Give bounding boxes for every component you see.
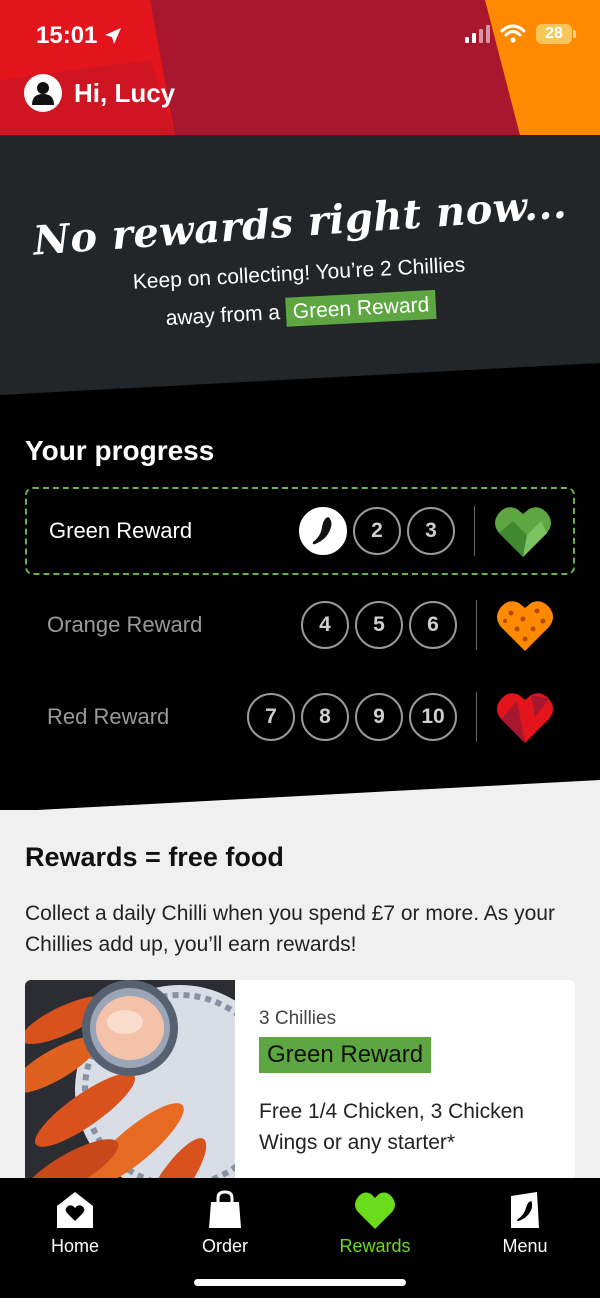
progress-row-green: Green Reward 2 3 <box>25 487 575 575</box>
row-label: Green Reward <box>49 518 193 543</box>
section-slant <box>0 780 600 812</box>
status-bar: 15:01 28 <box>0 0 600 76</box>
chilli-steps: 4 5 6 <box>301 601 457 649</box>
reward-description: Free 1/4 Chicken, 3 Chicken Wings or any… <box>259 1100 524 1154</box>
row-divider <box>474 506 475 556</box>
tab-home[interactable]: Home <box>25 1188 125 1257</box>
system-icons: 28 <box>465 24 576 44</box>
info-title: Rewards = free food <box>25 842 284 872</box>
user-icon <box>32 82 54 105</box>
green-heart-icon <box>495 507 551 557</box>
chilli-step: 2 <box>353 507 401 555</box>
chilli-step: 10 <box>409 693 457 741</box>
menu-icon <box>511 1192 539 1228</box>
green-reward-tag: Green Reward <box>285 289 437 327</box>
progress-row-red: Red Reward 7 8 9 10 <box>25 673 575 761</box>
chilli-icon <box>312 517 332 545</box>
chillies-count: 3 Chillies <box>259 1008 337 1029</box>
progress-row-orange: Orange Reward 4 5 6 <box>25 581 575 669</box>
reward-tier-tag: Green Reward <box>259 1037 432 1073</box>
tab-label: Rewards <box>339 1236 411 1256</box>
chilli-steps: 7 8 9 10 <box>247 693 457 741</box>
tab-menu[interactable]: Menu <box>475 1188 575 1257</box>
bottom-tab-bar: Home Order Rewards Menu <box>0 1178 600 1298</box>
chilli-step: 5 <box>355 601 403 649</box>
row-label: Red Reward <box>47 704 170 729</box>
chilli-step: 8 <box>301 693 349 741</box>
tab-rewards[interactable]: Rewards <box>325 1188 425 1257</box>
chilli-step-collected <box>299 507 347 555</box>
chilli-steps: 2 3 <box>299 507 455 555</box>
status-time: 15:01 <box>36 22 123 50</box>
progress-section: Your progress Green Reward 2 3 Orange Re… <box>0 395 600 795</box>
chilli-step: 3 <box>407 507 455 555</box>
row-label: Orange Reward <box>47 612 203 637</box>
wifi-icon <box>500 24 526 43</box>
tab-label: Home <box>50 1236 99 1256</box>
info-description: Collect a daily Chilli when you spend £7… <box>25 902 555 956</box>
rewards-info-section: Rewards = free food Collect a daily Chil… <box>0 780 600 1220</box>
chilli-step: 9 <box>355 693 403 741</box>
location-arrow-icon <box>105 28 122 44</box>
row-divider <box>476 692 477 742</box>
tab-label: Menu <box>502 1236 548 1256</box>
banner-line-2-prefix: away from a <box>165 301 281 331</box>
chilli-step: 4 <box>301 601 349 649</box>
battery-level: 28 <box>545 25 563 42</box>
tab-label: Order <box>201 1236 248 1256</box>
heart-icon <box>355 1192 395 1229</box>
home-indicator[interactable] <box>194 1279 406 1286</box>
greeting-text: Hi, Lucy <box>74 77 176 108</box>
progress-title: Your progress <box>25 435 215 466</box>
tab-order[interactable]: Order <box>175 1188 275 1257</box>
row-divider <box>476 600 477 650</box>
info-body: Rewards = free food Collect a daily Chil… <box>0 810 600 1220</box>
orange-heart-icon <box>497 601 553 651</box>
greeting[interactable]: Hi, Lucy <box>24 74 175 112</box>
bag-icon <box>209 1190 241 1228</box>
chilli-step: 7 <box>247 693 295 741</box>
battery-icon: 28 <box>536 24 576 44</box>
chilli-step: 6 <box>409 601 457 649</box>
avatar[interactable] <box>24 74 62 112</box>
home-icon <box>57 1192 93 1228</box>
signal-icon <box>465 25 490 43</box>
app-header: 15:01 28 Hi, Lucy <box>0 0 600 135</box>
rewards-status-banner: No rewards right now... Keep on collecti… <box>0 135 600 395</box>
time-label: 15:01 <box>36 22 98 49</box>
red-heart-icon <box>497 693 553 743</box>
